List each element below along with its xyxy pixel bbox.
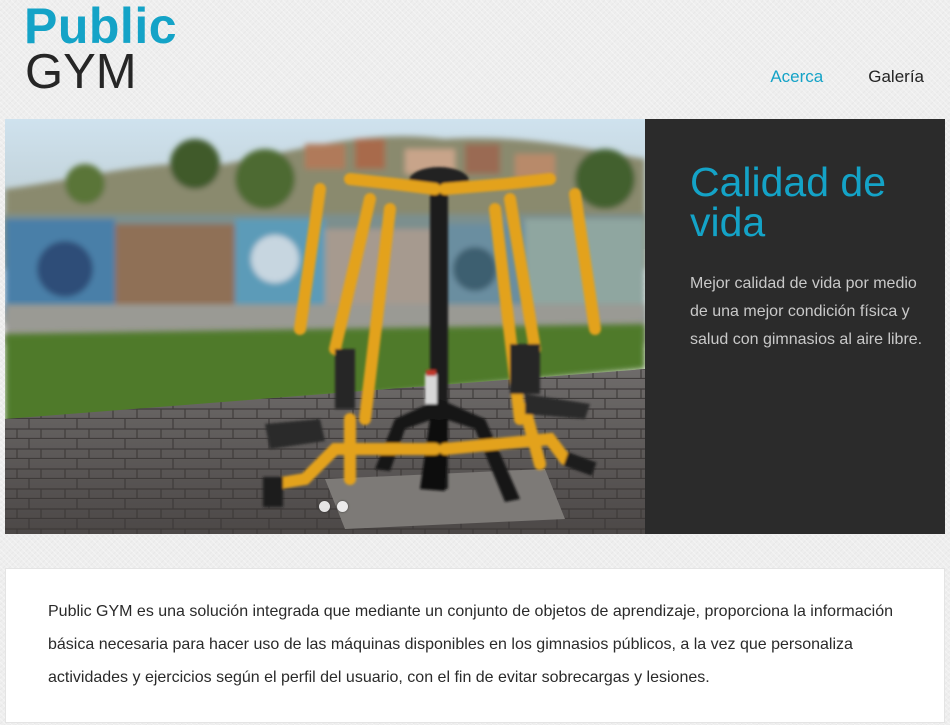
gym-machine-photo (5, 119, 645, 534)
nav-link-galeria[interactable]: Galería (868, 67, 924, 87)
slider-dot-1[interactable] (319, 501, 330, 512)
slider-dots (319, 501, 348, 512)
about-section: Public GYM es una solución integrada que… (5, 568, 945, 723)
hero-caption-panel: Calidad de vida Mejor calidad de vida po… (645, 119, 945, 534)
hero-slider: Calidad de vida Mejor calidad de vida po… (5, 119, 945, 534)
slider-dot-2[interactable] (337, 501, 348, 512)
main-nav: Acerca Galería (770, 67, 924, 87)
nav-link-acerca[interactable]: Acerca (770, 67, 823, 87)
about-text: Public GYM es una solución integrada que… (48, 603, 893, 686)
hero-title: Calidad de vida (690, 159, 887, 245)
brand-logo-line1: Public (24, 0, 178, 54)
brand-logo[interactable]: Public GYM (24, 0, 178, 99)
hero-description: Mejor calidad de vida por medio de una m… (690, 275, 923, 348)
brand-logo-line2: GYM (25, 45, 137, 99)
hero-slide-photo (5, 119, 645, 534)
